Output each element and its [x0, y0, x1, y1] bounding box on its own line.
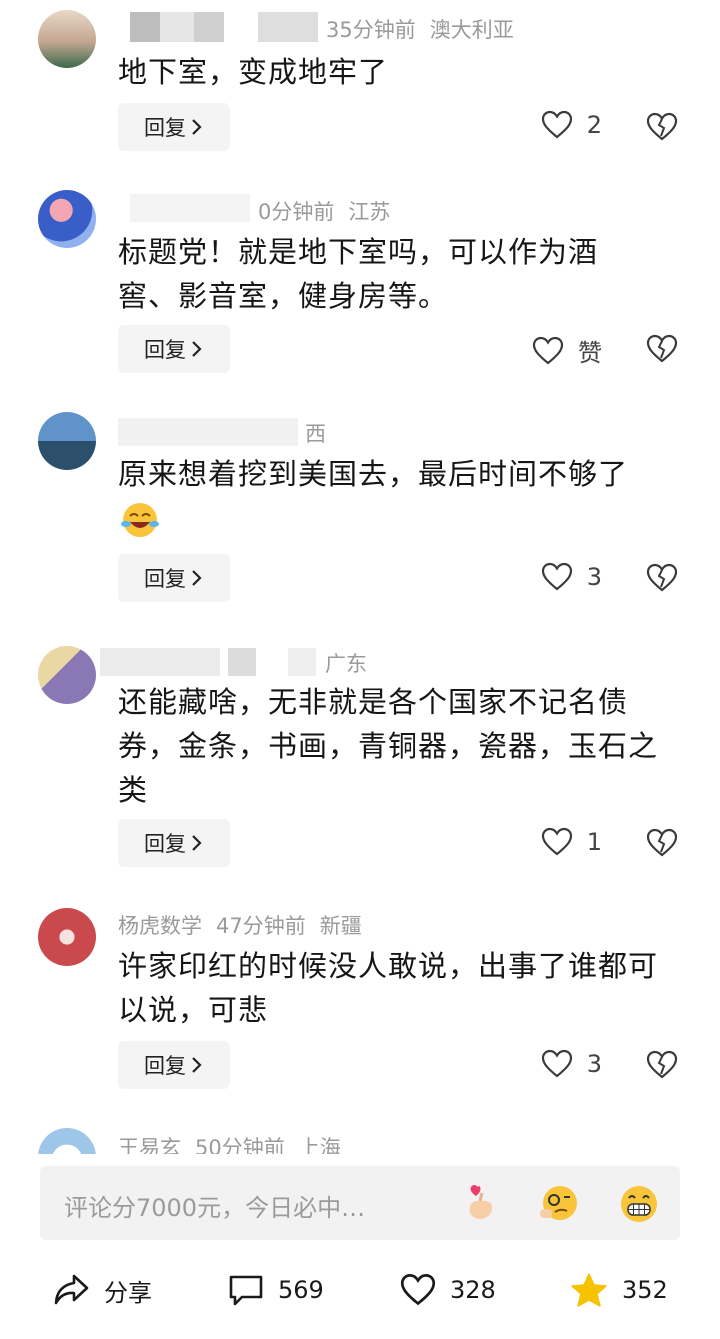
comment-text-content: 原来想着挖到美国去，最后时间不够了 [118, 457, 629, 491]
like-count: 赞 [578, 339, 602, 367]
comment-text: 还能藏啥，无非就是各个国家不记名债券，金条，书画，青铜器，瓷器，玉石之类 [118, 685, 659, 807]
chevron-right-icon [192, 119, 202, 135]
comment-item: 王易玄 50分钟前 上海 [0, 1126, 720, 1154]
reply-label: 回复 [144, 116, 186, 140]
comment-location: 澳大利亚 [429, 18, 514, 42]
comment-item: 杨虎数学 47分钟前 新疆 许家印红的时候没人敢说，出事了谁都可以说，可悲 回复 3 [0, 904, 720, 1104]
comment-location: 上海 [298, 1136, 341, 1154]
blurred-username [288, 648, 316, 676]
like-count: 2 [586, 111, 602, 139]
comment-time: 47分钟前 [216, 914, 306, 938]
avatar[interactable] [38, 190, 96, 248]
like-count: 1 [586, 828, 602, 856]
like-count: 3 [586, 563, 602, 591]
heart-outline-icon [541, 1049, 572, 1078]
comment-item: 广东 还能藏啥，无非就是各个国家不记名债券，金条，书画，青铜器，瓷器，玉石之类 … [0, 642, 720, 872]
like-button[interactable]: 1 [541, 827, 602, 857]
avatar[interactable] [38, 908, 96, 966]
comment-item: 0分钟前 江苏 标题党！就是地下室吗，可以作为酒窖、影音室，健身房等。 回复 赞 [0, 190, 720, 400]
comment-text: 原来想着挖到美国去，最后时间不够了 [118, 452, 678, 540]
like-video-button[interactable]: 328 [400, 1266, 496, 1314]
comment-input-placeholder: 评论分7000元，今日必中… [64, 1194, 366, 1222]
reply-button[interactable]: 回复 [118, 1041, 230, 1089]
thinking-face-emoji-icon[interactable] [538, 1183, 580, 1225]
grinning-face-emoji-icon[interactable] [618, 1183, 660, 1225]
reply-button[interactable]: 回复 [118, 325, 230, 373]
share-label: 分享 [104, 1278, 152, 1307]
avatar[interactable] [38, 646, 96, 704]
blurred-username [228, 648, 256, 676]
heart-outline-icon [532, 336, 564, 364]
finger-heart-emoji-icon[interactable] [460, 1183, 502, 1225]
comment-author: 王易玄 [118, 1136, 181, 1154]
blurred-username [118, 418, 298, 446]
comment-text: 地下室，变成地牢了 [118, 55, 389, 89]
blurred-username [130, 12, 160, 42]
comment-count: 569 [278, 1276, 324, 1304]
chevron-right-icon [192, 1057, 202, 1073]
favorite-button[interactable]: 352 [570, 1266, 668, 1314]
comment-author: 杨虎数学 [118, 914, 202, 938]
comment-count-button[interactable]: 569 [228, 1266, 324, 1314]
blurred-username [130, 194, 250, 222]
blurred-username [258, 12, 318, 42]
broken-heart-icon[interactable] [646, 111, 678, 143]
blurred-username [194, 12, 224, 42]
comment-location: 西 [305, 422, 326, 446]
avatar[interactable] [38, 1128, 96, 1154]
comment-meta: 35分钟前 澳大利亚 [326, 14, 528, 44]
reply-label: 回复 [144, 1054, 186, 1078]
comment-item: 35分钟前 澳大利亚 地下室，变成地牢了 回复 2 [0, 0, 720, 170]
favorite-count: 352 [622, 1276, 668, 1304]
comment-meta: 西 [305, 418, 340, 448]
blurred-username [100, 648, 220, 676]
comment-location: 江苏 [348, 200, 391, 224]
heart-outline-icon [541, 827, 572, 856]
comment-item: 西 原来想着挖到美国去，最后时间不够了 回复 3 [0, 412, 720, 622]
like-button[interactable]: 2 [541, 110, 602, 140]
like-button[interactable]: 3 [541, 562, 602, 592]
comment-meta: 王易玄 50分钟前 上海 [118, 1132, 355, 1154]
reply-button[interactable]: 回复 [118, 819, 230, 867]
avatar[interactable] [38, 10, 96, 68]
reply-label: 回复 [144, 832, 186, 856]
chevron-right-icon [192, 835, 202, 851]
comment-bubble-icon [229, 1275, 263, 1306]
laughing-emoji-icon [118, 500, 162, 540]
avatar[interactable] [38, 412, 96, 470]
broken-heart-icon[interactable] [646, 562, 678, 594]
comment-time: 0分钟前 [258, 200, 335, 224]
comment-time: 35分钟前 [326, 18, 416, 42]
comment-text: 许家印红的时候没人敢说，出事了谁都可以说，可悲 [118, 949, 659, 1027]
share-icon [54, 1274, 89, 1305]
reply-label: 回复 [144, 567, 186, 591]
heart-outline-icon [541, 110, 572, 139]
comment-meta: 广东 [325, 648, 381, 678]
heart-outline-icon [400, 1274, 436, 1306]
chevron-right-icon [192, 341, 202, 357]
star-filled-icon [571, 1273, 607, 1307]
comment-text: 标题党！就是地下室吗，可以作为酒窖、影音室，健身房等。 [118, 235, 599, 313]
like-count: 3 [586, 1050, 602, 1078]
heart-outline-icon [541, 562, 572, 591]
broken-heart-icon[interactable] [646, 333, 678, 365]
bottom-action-bar: 分享 569 328 352 [0, 1266, 720, 1314]
comment-input-bar[interactable]: 评论分7000元，今日必中… [40, 1166, 680, 1240]
like-button[interactable]: 3 [541, 1049, 602, 1079]
reply-button[interactable]: 回复 [118, 554, 230, 602]
comment-meta: 杨虎数学 47分钟前 新疆 [118, 910, 376, 940]
chevron-right-icon [192, 570, 202, 586]
reply-label: 回复 [144, 338, 186, 362]
comment-meta: 0分钟前 江苏 [258, 196, 404, 226]
broken-heart-icon[interactable] [646, 1049, 678, 1081]
blurred-username [160, 12, 194, 42]
broken-heart-icon[interactable] [646, 827, 678, 859]
share-button[interactable]: 分享 [52, 1266, 152, 1314]
like-count: 328 [450, 1276, 496, 1304]
like-button[interactable]: 赞 [532, 333, 602, 368]
comment-time: 50分钟前 [195, 1136, 285, 1154]
reply-button[interactable]: 回复 [118, 103, 230, 151]
comment-location: 新疆 [319, 914, 362, 938]
comment-location: 广东 [325, 652, 367, 676]
